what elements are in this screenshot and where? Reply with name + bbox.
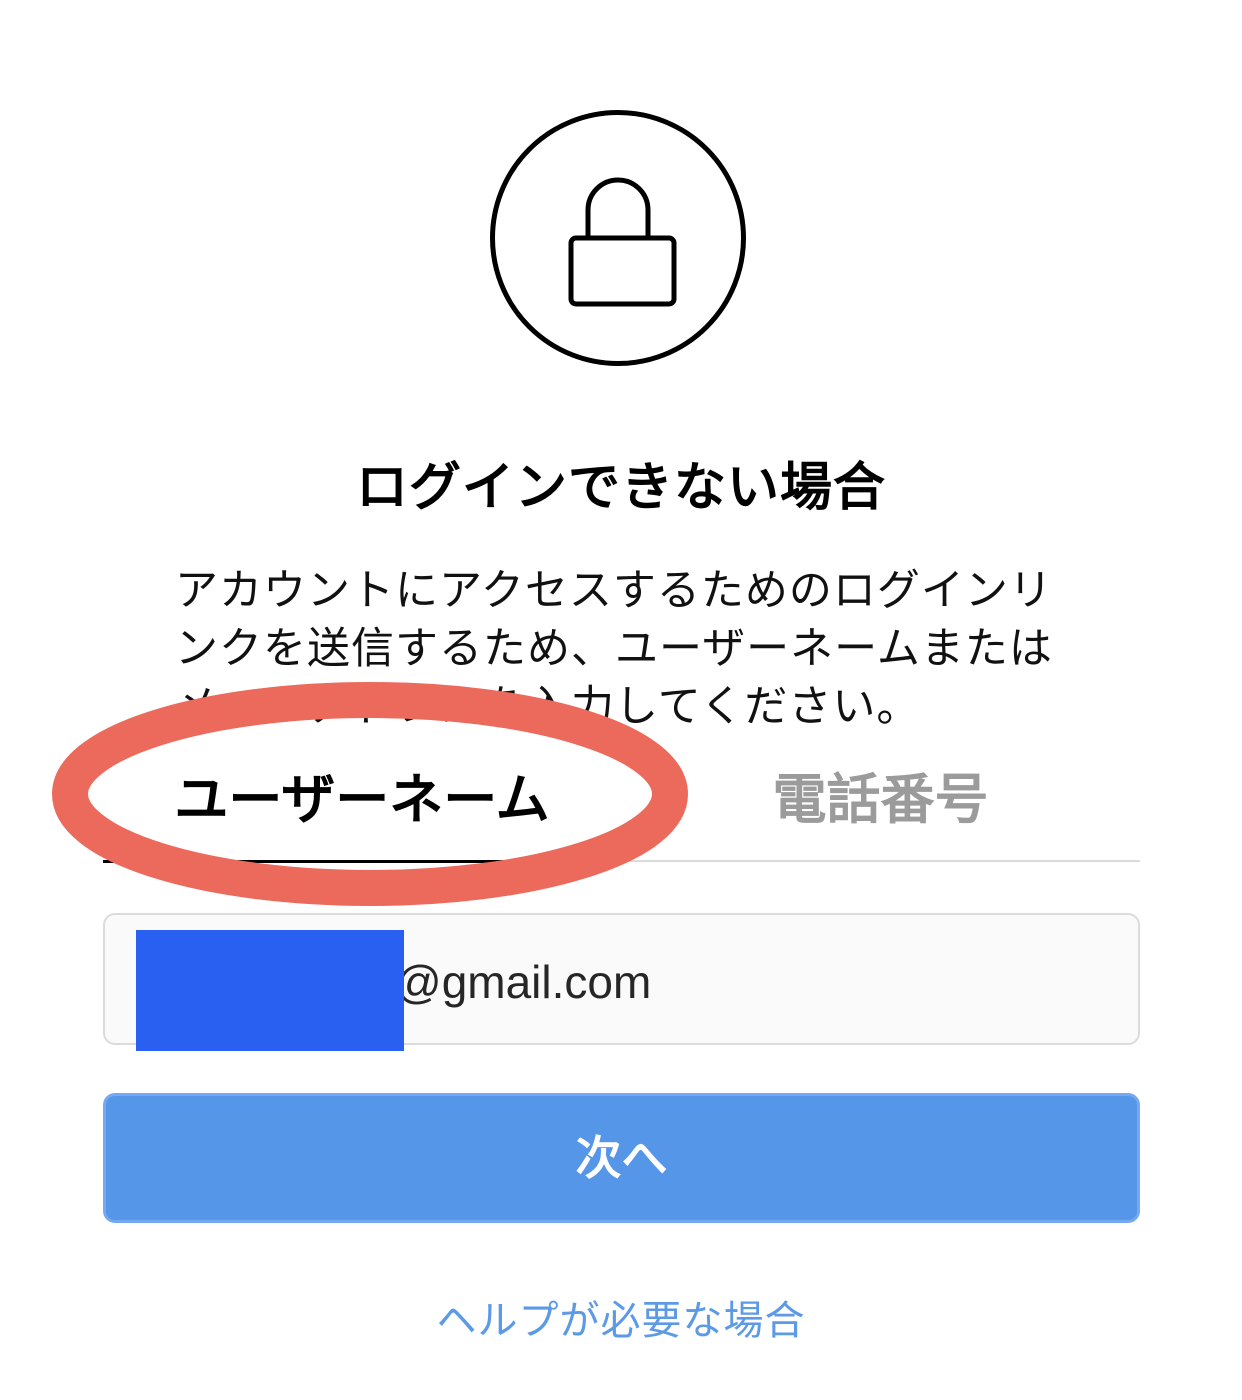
page-title: ログインできない場合 — [355, 458, 886, 518]
instructions-text: アカウントにアクセスするためのログインリ ンクを送信するため、ユーザーネームまた… — [175, 562, 1075, 736]
account-recovery-screen: ログインできない場合 アカウントにアクセスするためのログインリ ンクを送信するた… — [0, 0, 1242, 1400]
instructions-line-3: メールアドレスを入力してください。 — [175, 682, 921, 732]
tab-divider — [621, 860, 1140, 862]
recovery-method-tabs: ユーザーネーム 電話番号 — [103, 760, 1140, 864]
instructions-line-2: ンクを送信するため、ユーザーネームまたは — [175, 624, 1053, 674]
username-input-value: @gmail.com — [395, 956, 652, 1008]
lock-icon-circle — [490, 110, 746, 366]
instructions-line-1: アカウントにアクセスするためのログインリ — [175, 566, 1053, 616]
redaction-block — [136, 930, 404, 1051]
lock-icon — [568, 177, 677, 307]
tab-username[interactable]: ユーザーネーム — [103, 760, 621, 860]
next-button[interactable]: 次へ — [103, 1093, 1140, 1223]
tab-phone-number[interactable]: 電話番号 — [621, 760, 1140, 860]
active-tab-indicator — [103, 860, 621, 863]
help-link[interactable]: ヘルプが必要な場合 — [0, 1288, 1242, 1346]
